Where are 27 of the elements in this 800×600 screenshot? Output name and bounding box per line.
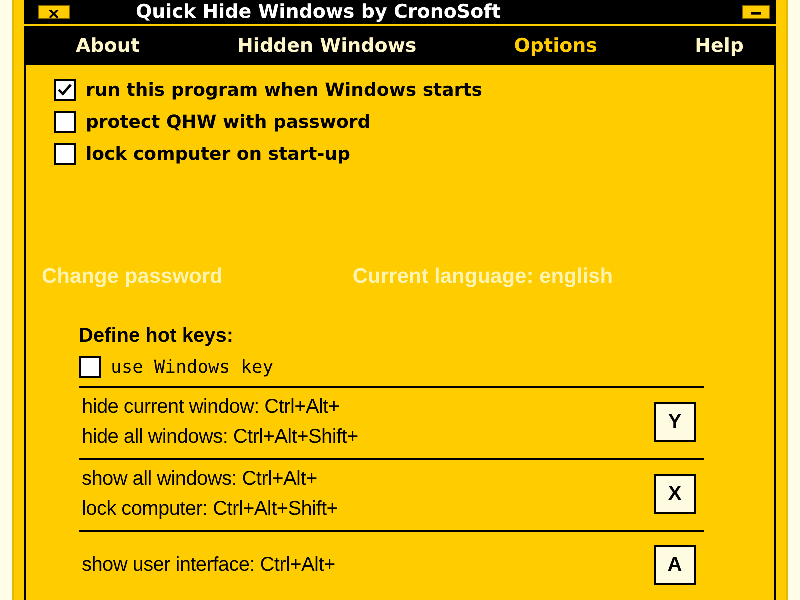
hotkey-field[interactable]: Y [654,402,696,442]
menu-tab[interactable]: Hidden Windows [238,34,417,57]
minimize-icon [751,12,761,16]
close-icon [47,10,61,18]
hotkey-label: show all windows: Ctrl+Alt+ [82,467,318,492]
checkbox-label: lock computer on start-up [86,144,350,164]
close-button[interactable] [38,5,70,20]
menu-tab[interactable]: Options [514,34,598,57]
section-heading: Define hot keys: [79,325,234,348]
menu-tab[interactable]: Help [695,34,744,57]
hotkey-label: show user interface: Ctrl+Alt+ [82,553,336,578]
hotkey-label: hide all windows: Ctrl+Alt+Shift+ [82,425,358,450]
hotkey-label: hide current window: Ctrl+Alt+ [82,395,341,420]
checkbox[interactable] [54,111,76,133]
window-title: Quick Hide Windows by CronoSoft [136,0,502,24]
checkbox[interactable] [54,143,76,165]
hotkey-field[interactable]: X [654,474,696,514]
minimize-button[interactable] [742,5,770,20]
checkbox[interactable] [54,79,76,101]
menu-tab[interactable]: About [76,34,140,57]
hotkey-field[interactable]: A [654,545,696,585]
checkmark-icon [57,83,73,97]
checkbox-label: run this program when Windows starts [86,80,482,100]
checkbox-label: use Windows key [111,356,274,378]
checkbox[interactable] [79,356,101,378]
checkbox-label: protect QHW with password [86,112,371,132]
hotkey-label: lock computer: Ctrl+Alt+Shift+ [82,497,338,522]
